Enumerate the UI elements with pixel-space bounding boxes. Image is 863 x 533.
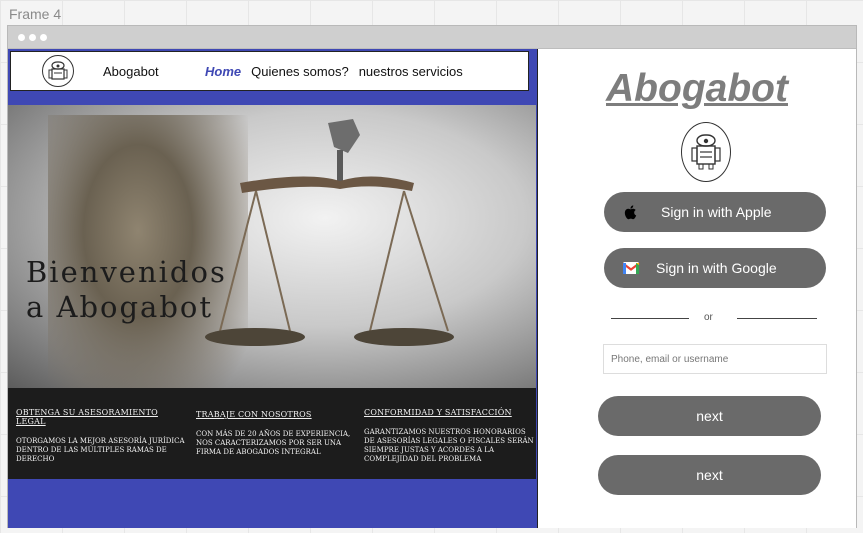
- next-button[interactable]: next: [598, 396, 821, 436]
- login-panel: Abogabot Sign in with Apple Sign in with…: [538, 49, 856, 528]
- divider-line-left: [611, 318, 689, 319]
- feature-legal-advice: Obtenga su asesoramiento legal Otorgamos…: [16, 408, 186, 464]
- divider-line-right: [737, 318, 817, 319]
- sign-in-google-button[interactable]: Sign in with Google: [604, 248, 826, 288]
- feature-satisfaction: Conformidad y satisfacción Garantizamos …: [364, 408, 534, 464]
- prototype-window: Abogabot Home Quienes somos? nuestros se…: [7, 25, 857, 528]
- scales-of-justice-image: [205, 119, 454, 346]
- website-panel: Abogabot Home Quienes somos? nuestros se…: [8, 49, 538, 528]
- nav-links: Home Quienes somos? nuestros servicios: [205, 64, 463, 79]
- or-divider-label: or: [704, 312, 713, 323]
- sign-in-google-label: Sign in with Google: [656, 260, 777, 276]
- feature-text: Con más de 20 años de experiencia, nos c…: [196, 430, 351, 456]
- window-dot-icon: [18, 34, 25, 41]
- nav-link-about[interactable]: Quienes somos?: [251, 64, 349, 79]
- window-dot-icon: [29, 34, 36, 41]
- apple-icon: [624, 205, 637, 220]
- feature-text: Otorgamos la mejor asesoría jurídica den…: [16, 437, 185, 463]
- login-title: Abogabot: [606, 67, 788, 110]
- username-input[interactable]: Phone, email or username: [603, 344, 827, 374]
- hero-banner: Bienvenidos a Abogabot: [8, 105, 536, 388]
- frame-label: Frame 4: [9, 6, 62, 22]
- hero-title: Bienvenidos a Abogabot: [26, 255, 227, 325]
- nav-link-home[interactable]: Home: [205, 64, 241, 79]
- next-button-secondary[interactable]: next: [598, 455, 821, 495]
- feature-work-with-us: Trabaje con nosotros Con más de 20 años …: [196, 410, 366, 457]
- window-titlebar: [8, 26, 856, 49]
- sign-in-apple-label: Sign in with Apple: [661, 204, 772, 220]
- feature-title[interactable]: Trabaje con nosotros: [196, 410, 366, 419]
- hero-title-line1: Bienvenidos: [26, 255, 227, 289]
- gmail-icon: [622, 262, 640, 274]
- site-navbar: Abogabot Home Quienes somos? nuestros se…: [10, 51, 529, 91]
- nav-link-services[interactable]: nuestros servicios: [359, 64, 463, 79]
- features-band: Obtenga su asesoramiento legal Otorgamos…: [8, 388, 536, 479]
- sign-in-apple-button[interactable]: Sign in with Apple: [604, 192, 826, 232]
- hero-title-line2: a Abogabot: [26, 290, 214, 324]
- feature-title[interactable]: Conformidad y satisfacción: [364, 408, 534, 417]
- nav-brand[interactable]: Abogabot: [103, 64, 159, 79]
- feature-title[interactable]: Obtenga su asesoramiento legal: [16, 408, 186, 426]
- feature-text: Garantizamos nuestros honorarios de ases…: [364, 428, 534, 463]
- robot-logo-icon: [681, 122, 731, 182]
- window-dot-icon: [40, 34, 47, 41]
- robot-logo-icon[interactable]: [42, 55, 74, 87]
